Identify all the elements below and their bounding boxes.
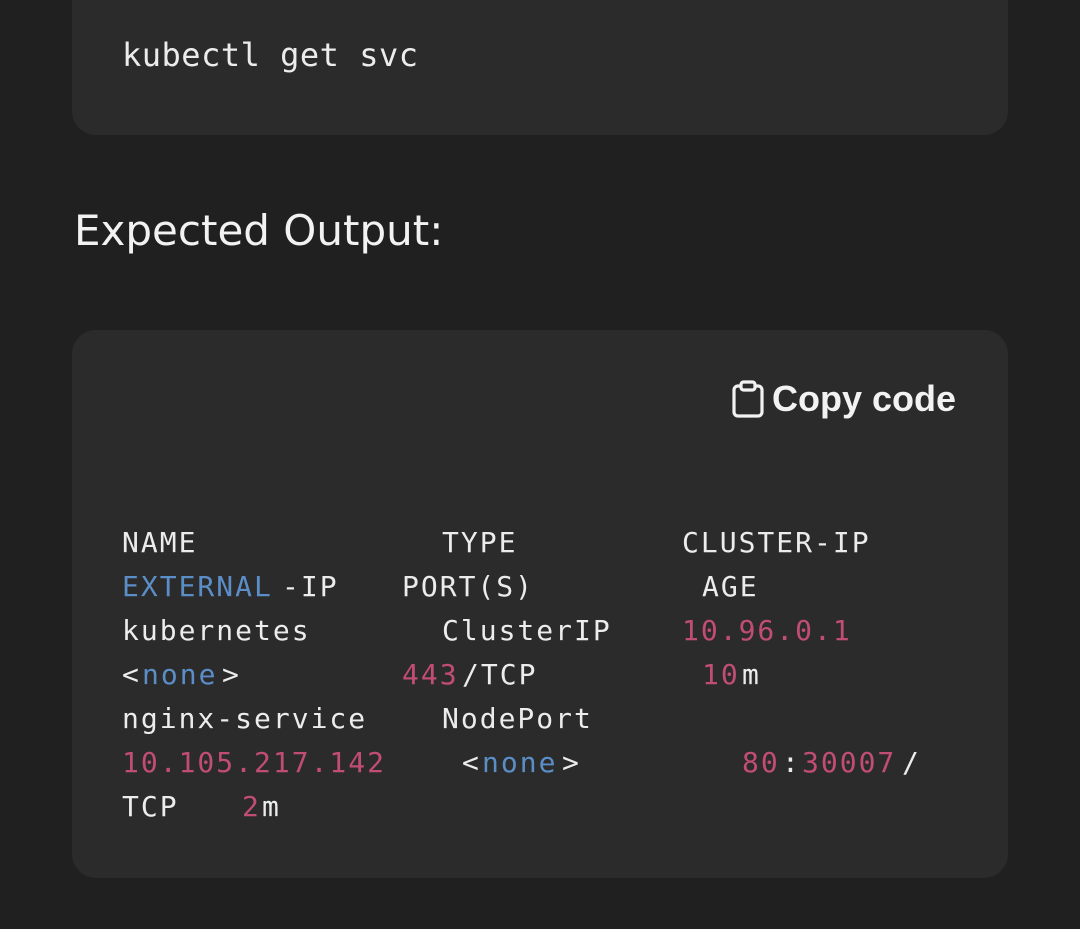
output-line: < none > 443 /TCP 10 m [122, 658, 1002, 702]
output-line: NAME TYPE CLUSTER-IP [122, 526, 1002, 570]
output-token: > [562, 746, 581, 779]
command-code-block: kubectl get svc [72, 0, 1008, 135]
output-token: EXTERNAL [122, 570, 273, 603]
output-token: / [902, 746, 921, 779]
copy-code-button[interactable]: Copy code [730, 378, 956, 420]
output-token: NAME [122, 526, 198, 559]
output-token: 10.105.217.142 [122, 746, 387, 779]
clipboard-icon [730, 379, 766, 419]
page: kubectl get svc Expected Output: Copy co… [0, 0, 1080, 929]
output-line: kubernetes ClusterIP 10.96.0.1 [122, 614, 1002, 658]
output-token: CLUSTER-IP [682, 526, 871, 559]
copy-code-label: Copy code [772, 378, 957, 419]
output-token: > [222, 658, 241, 691]
output-token: none [482, 746, 558, 779]
output-token: kubernetes [122, 614, 311, 647]
output-token: nginx-service [122, 702, 368, 735]
output-token: ClusterIP [442, 614, 612, 647]
section-heading: Expected Output: [74, 206, 444, 255]
output-token: none [142, 658, 218, 691]
output-token: 443 [402, 658, 459, 691]
output-line: EXTERNAL -IP PORT(S) AGE [122, 570, 1002, 614]
output-token: 2 [242, 790, 261, 823]
output-token: TYPE [442, 526, 518, 559]
output-token: < [462, 746, 481, 779]
output-token: 80 [742, 746, 780, 779]
output-token: 10.96.0.1 [682, 614, 852, 647]
output-token: m [262, 790, 281, 823]
output-line: nginx-service NodePort [122, 702, 1002, 746]
output-token: NodePort [442, 702, 593, 735]
command-text: kubectl get svc [122, 36, 419, 74]
output-token: 30007 [802, 746, 897, 779]
output-line: 10.105.217.142 < none > 80 : 30007 / [122, 746, 1002, 790]
output-token: m [742, 658, 761, 691]
output-token: /TCP [462, 658, 538, 691]
output-line: TCP 2 m [122, 790, 1002, 834]
output-token: : [782, 746, 801, 779]
output-token: < [122, 658, 141, 691]
output-token: AGE [702, 570, 759, 603]
output-token: 10 [702, 658, 740, 691]
output-token: PORT(S) [402, 570, 535, 603]
output-token: TCP [122, 790, 179, 823]
output-code-block: Copy code NAME TYPE CLUSTER-IP EXTERNAL … [72, 330, 1008, 878]
output-token: -IP [282, 570, 339, 603]
